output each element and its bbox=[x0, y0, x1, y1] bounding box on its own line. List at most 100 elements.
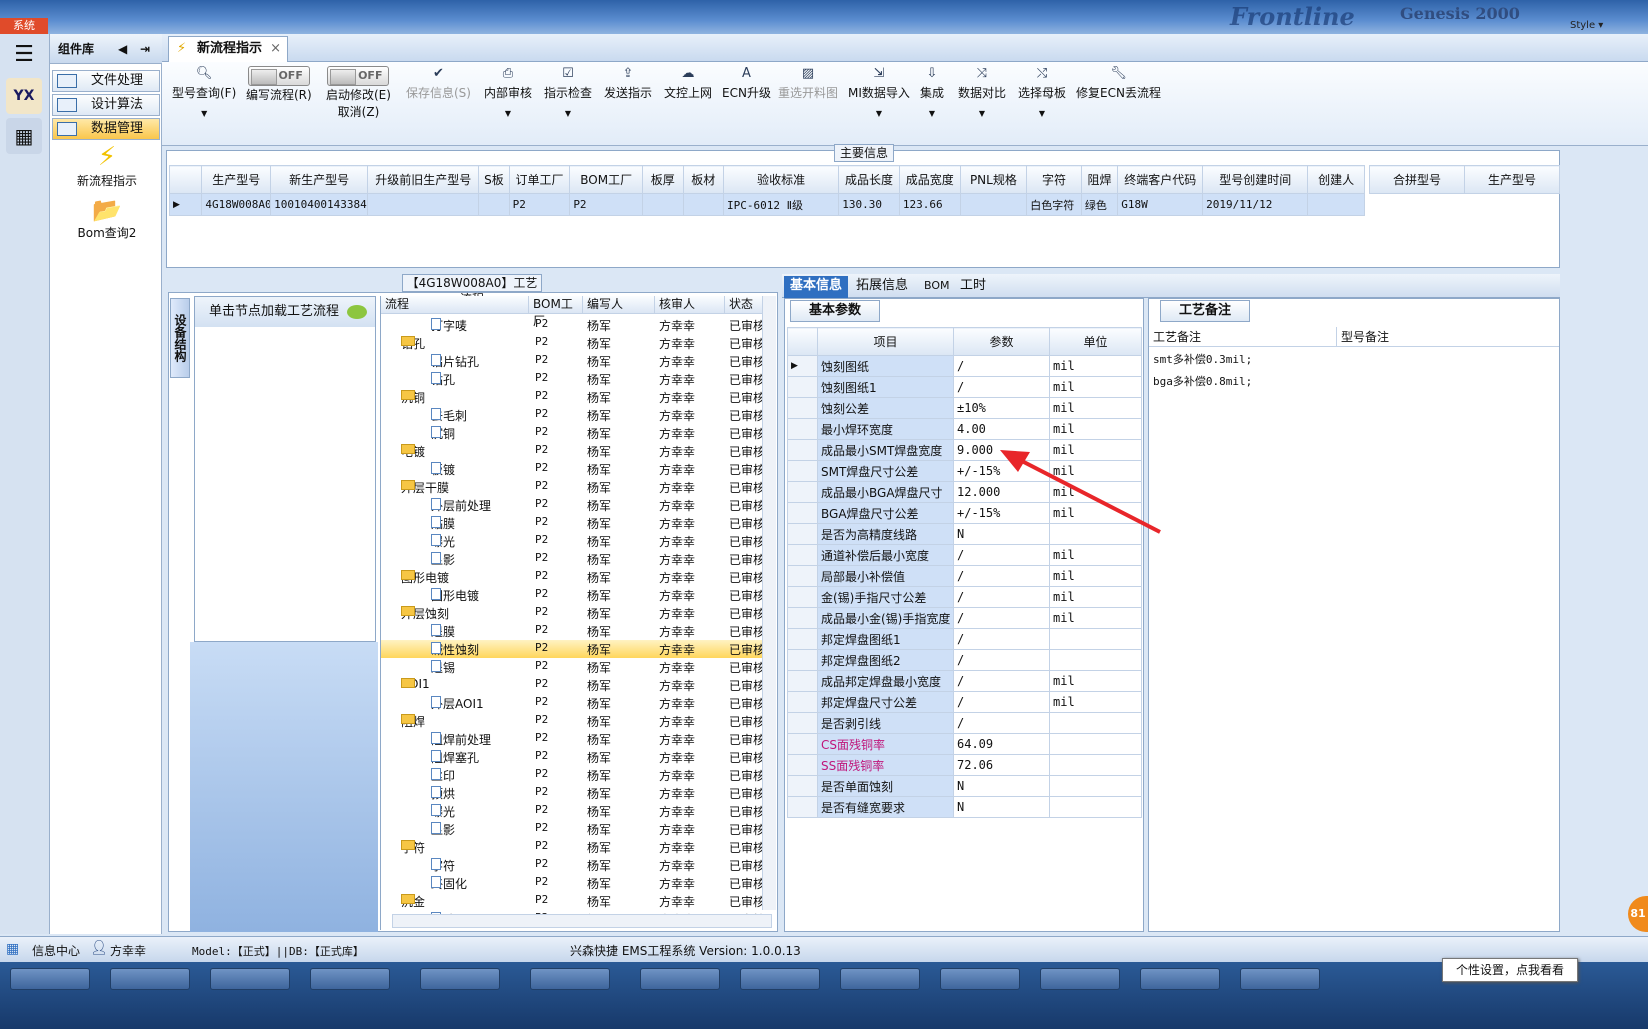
table-row[interactable]: ▶ 4G18W008A0 10010400143384 P2 P2 IPC-6012 Ⅱ级… bbox=[168, 193, 1365, 216]
table-row[interactable]: CS面残铜率 64.09 bbox=[787, 733, 1142, 755]
table-cell[interactable] bbox=[642, 193, 684, 216]
col-header[interactable]: 字符 bbox=[1026, 165, 1082, 194]
process-remark-tab[interactable]: 工艺备注 bbox=[1160, 300, 1250, 322]
table-cell[interactable]: 130.30 bbox=[838, 193, 900, 216]
col-header[interactable]: 成品宽度 bbox=[898, 165, 961, 194]
tree-row[interactable]: −沉铜 P2 杨军 方幸幸 已审核 bbox=[381, 388, 763, 406]
table-row[interactable]: 邦定焊盘尺寸公差 / mil bbox=[787, 691, 1142, 713]
taskbar-button[interactable] bbox=[210, 968, 290, 990]
col-header[interactable]: 项目 bbox=[817, 327, 954, 356]
taskbar-button[interactable] bbox=[530, 968, 610, 990]
taskbar-button[interactable] bbox=[840, 968, 920, 990]
param-value[interactable]: 4.00 bbox=[953, 418, 1050, 440]
save-info-button[interactable]: ✔ 保存信息(S) bbox=[406, 66, 471, 101]
close-icon[interactable]: × bbox=[270, 37, 281, 61]
tree-row[interactable]: 显影 P2 杨军 方幸幸 已审核 bbox=[381, 550, 763, 568]
col-header[interactable]: 合拼型号 bbox=[1369, 165, 1465, 194]
info-center[interactable]: 信息中心 bbox=[32, 942, 80, 959]
table-row[interactable]: 蚀刻图纸1/mil bbox=[787, 376, 1142, 398]
table-cell[interactable]: 10010400143384 bbox=[270, 193, 369, 216]
col-header[interactable]: BOM工厂 bbox=[529, 296, 583, 328]
table-cell[interactable]: 白色字符 bbox=[1026, 193, 1082, 216]
tree-row[interactable]: 板镀 P2 杨军 方幸幸 已审核 bbox=[381, 460, 763, 478]
tree-row[interactable]: 预烘 P2 杨军 方幸幸 已审核 bbox=[381, 784, 763, 802]
col-header[interactable]: 生产型号 bbox=[201, 165, 272, 194]
col-header[interactable]: 验收标准 bbox=[722, 165, 840, 194]
param-value[interactable]: / bbox=[953, 586, 1050, 608]
tree-row[interactable]: −沉金 P2 杨军 方幸幸 已审核 bbox=[381, 892, 763, 910]
select-master-button[interactable]: ⤭ 选择母板 ▼ bbox=[1018, 66, 1066, 118]
off-toggle[interactable]: OFF bbox=[327, 66, 390, 86]
table-row[interactable]: 成品最小金(锡)手指宽度 / mil bbox=[787, 607, 1142, 629]
model-query-button[interactable]: 🔍︎ 型号查询(F) ▼ bbox=[172, 66, 236, 118]
tree-row[interactable]: 显影 P2 杨军 方幸幸 已审核 bbox=[381, 820, 763, 838]
taskbar-button[interactable] bbox=[1140, 968, 1220, 990]
tree-row[interactable]: 退锡 P2 杨军 方幸幸 已审核 bbox=[381, 658, 763, 676]
col-header[interactable]: 型号创建时间 bbox=[1202, 165, 1309, 194]
tree-row[interactable]: 终固化 P2 杨军 方幸幸 已审核 bbox=[381, 874, 763, 892]
start-modify-toggle[interactable]: OFF 启动修改(E) 取消(Z) bbox=[326, 66, 391, 120]
data-compare-button[interactable]: ⤨ 数据对比 ▼ bbox=[958, 66, 1006, 118]
col-header[interactable]: 终端客户代码 bbox=[1117, 165, 1204, 194]
tree-row[interactable]: −外层蚀刻 P2 杨军 方幸幸 已审核 bbox=[381, 604, 763, 622]
table-row[interactable]: 邦定焊盘图纸1/ bbox=[787, 628, 1142, 650]
param-value[interactable]: / bbox=[953, 691, 1050, 713]
taskbar-button[interactable] bbox=[110, 968, 190, 990]
table-cell[interactable] bbox=[682, 193, 724, 216]
col-header[interactable]: BOM工厂 bbox=[569, 165, 644, 194]
col-header[interactable]: 板材 bbox=[682, 165, 724, 194]
param-value[interactable]: / bbox=[953, 628, 1050, 650]
col-header[interactable]: 升级前旧生产型号 bbox=[367, 165, 480, 194]
col-header[interactable]: 单位 bbox=[1049, 327, 1142, 356]
mi-import-button[interactable]: ⇲ MI数据导入 ▼ bbox=[848, 66, 910, 118]
tree-row[interactable]: 外层前处理 P2 杨军 方幸幸 已审核 bbox=[381, 496, 763, 514]
param-value[interactable]: 64.09 bbox=[953, 733, 1050, 755]
tree-row[interactable]: 去毛刺 P2 杨军 方幸幸 已审核 bbox=[381, 406, 763, 424]
tab-extended-info[interactable]: 拓展信息 bbox=[850, 276, 914, 298]
taskbar-button[interactable] bbox=[940, 968, 1020, 990]
table-row[interactable]: 是否单面蚀刻 N bbox=[787, 775, 1142, 797]
tree-vertical-scrollbar[interactable] bbox=[762, 296, 776, 910]
table-row[interactable]: 邦定焊盘图纸2/ bbox=[787, 649, 1142, 671]
tool-new-flow-instruction[interactable]: ⚡ 新流程指示 bbox=[62, 142, 152, 189]
taskbar-button[interactable] bbox=[310, 968, 390, 990]
param-value[interactable]: / bbox=[953, 670, 1050, 692]
reselect-material-button[interactable]: ▨ 重选开料图 bbox=[778, 66, 838, 101]
param-value[interactable]: / bbox=[953, 649, 1050, 671]
table-cell[interactable]: P2 bbox=[569, 193, 644, 216]
tab-basic-info[interactable]: 基本信息 bbox=[784, 276, 849, 298]
param-value[interactable]: / bbox=[953, 544, 1050, 566]
tree-row[interactable]: 退膜 P2 杨军 方幸幸 已审核 bbox=[381, 622, 763, 640]
write-flow-toggle[interactable]: OFF 编写流程(R) bbox=[246, 66, 312, 103]
col-header[interactable]: 编写人 bbox=[583, 296, 655, 314]
personalize-tooltip[interactable]: 个性设置，点我看看 bbox=[1442, 958, 1578, 982]
tree-row[interactable]: 外层AOI1 P2 杨军 方幸幸 已审核 bbox=[381, 694, 763, 712]
tree-row[interactable]: 打字唛 P2 杨军 方幸幸 已审核 bbox=[381, 316, 763, 334]
param-value[interactable]: / bbox=[953, 565, 1050, 587]
hamburger-menu-icon[interactable]: ☰ bbox=[6, 36, 42, 72]
table-cell[interactable] bbox=[959, 193, 1028, 216]
tree-row[interactable]: −AOI1 P2 杨军 方幸幸 已审核 bbox=[381, 676, 763, 694]
lib-item-data-management[interactable]: 数据管理 bbox=[52, 118, 160, 140]
tab-work-hours[interactable]: 工时 bbox=[954, 276, 992, 298]
col-header[interactable]: 状态 bbox=[725, 296, 765, 314]
table-row[interactable]: 成品邦定焊盘最小宽度 / mil bbox=[787, 670, 1142, 692]
table-cell[interactable] bbox=[478, 193, 510, 216]
basic-params-tab[interactable]: 基本参数 bbox=[790, 300, 880, 322]
param-value[interactable]: N bbox=[953, 775, 1050, 797]
floating-badge[interactable]: 81 bbox=[1628, 896, 1648, 932]
taskbar-button[interactable] bbox=[640, 968, 720, 990]
table-cell[interactable]: 123.66 bbox=[898, 193, 961, 216]
col-header[interactable]: 成品长度 bbox=[838, 165, 900, 194]
send-instruction-button[interactable]: ⇪ 发送指示 bbox=[604, 66, 652, 101]
lib-item-design-algorithm[interactable]: 设计算法 bbox=[52, 94, 160, 116]
tree-horizontal-scrollbar[interactable] bbox=[392, 914, 772, 928]
table-cell[interactable]: 2019/11/12 bbox=[1202, 193, 1309, 216]
off-toggle[interactable]: OFF bbox=[247, 66, 310, 86]
table-cell[interactable]: 4G18W008A0 bbox=[201, 193, 272, 216]
param-value[interactable]: / bbox=[953, 355, 1050, 377]
taskbar-button[interactable] bbox=[740, 968, 820, 990]
tab-new-flow-instruction[interactable]: ⚡ 新流程指示 × bbox=[168, 36, 288, 62]
tree-row[interactable]: −字符 P2 杨军 方幸幸 已审核 bbox=[381, 838, 763, 856]
tree-row[interactable]: 图形电镀 P2 杨军 方幸幸 已审核 bbox=[381, 586, 763, 604]
